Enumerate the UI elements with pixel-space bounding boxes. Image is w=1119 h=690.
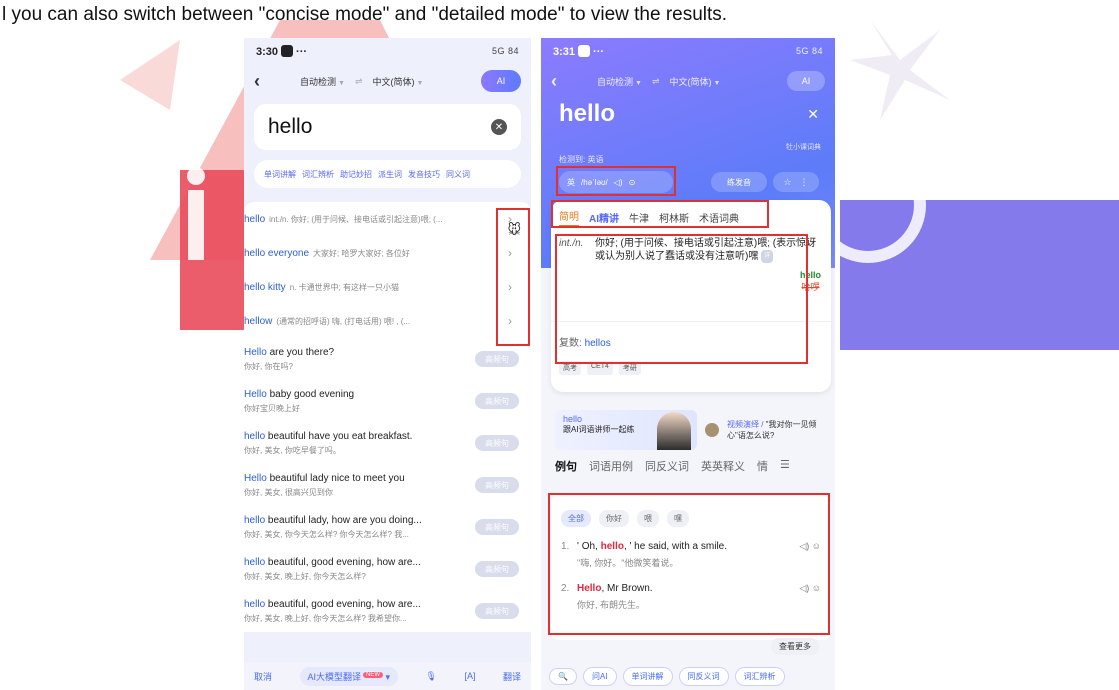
highlight-box-phonetic — [556, 166, 676, 196]
source-language-select[interactable]: 自动检测 ▼ — [597, 75, 642, 88]
sentence-item[interactable]: hello beautiful lady, how are you doing.… — [244, 506, 531, 548]
sentence-item[interactable]: hello beautiful, good evening, how are..… — [244, 548, 531, 590]
translate-button[interactable]: 翻译 — [503, 670, 521, 683]
status-icons: 5G 84 — [491, 46, 519, 56]
suggestion-item[interactable]: hello kitty n. 卡通世界中; 有这样一只小猫 › — [244, 270, 531, 304]
ai-translate-button[interactable]: AI大模型翻译 NEW ▾ — [299, 666, 399, 686]
ai-feature-chips: 单词讲解 词汇辨析 助记妙招 派生词 发音技巧 同义词 — [254, 160, 521, 188]
more-icon[interactable]: ⋮ — [800, 177, 809, 188]
tab-more[interactable]: 情 — [757, 458, 768, 474]
highlight-box-chevrons — [496, 208, 530, 346]
favorite-and-more: ☆ ⋮ — [773, 172, 819, 192]
headword: hello — [559, 100, 616, 127]
frequency-badge: 高频句 — [475, 561, 519, 577]
cancel-button[interactable]: 取消 — [254, 670, 272, 683]
search-icon[interactable]: 🔍 — [549, 667, 577, 685]
frequency-badge: 高频句 — [475, 435, 519, 451]
frequency-badge: 高频句 — [475, 477, 519, 493]
sentence-item[interactable]: Hello beautiful lady nice to meet you 你好,… — [244, 464, 531, 506]
swap-language-icon[interactable]: ⇌ — [355, 76, 363, 87]
sentence-item[interactable]: hello beautiful, good evening, how are..… — [244, 590, 531, 632]
swap-language-icon[interactable]: ⇌ — [652, 76, 660, 87]
ask-ai-button[interactable]: 问AI — [582, 666, 617, 686]
chip-word-explain[interactable]: 单词讲解 — [264, 169, 296, 180]
frequency-badge: 高频句 — [475, 519, 519, 535]
see-more-button[interactable]: 查看更多 — [771, 638, 819, 655]
video-card[interactable]: hello 跟AI词语讲师一起练 — [555, 410, 697, 450]
status-icons: 5G 84 — [795, 46, 823, 56]
highlight-box-tabs — [551, 200, 769, 228]
back-icon[interactable]: ‹ — [254, 71, 294, 92]
bottom-toolbar: 🔍 问AI 单词讲解 同反义词 词汇辨析 — [541, 662, 835, 690]
highlight-box-examples — [548, 493, 830, 635]
source-language-select[interactable]: 自动检测 ▼ — [300, 75, 345, 88]
app-icon — [578, 44, 591, 57]
chip-synonyms[interactable]: 同义词 — [446, 169, 470, 180]
tab-usage[interactable]: 词语用例 — [589, 458, 633, 474]
example-tabs: 例句 词语用例 同反义词 英英释义 情 ☰ — [555, 458, 825, 474]
ai-toggle-button[interactable]: AI — [787, 71, 825, 91]
video-quote[interactable]: 视频演绎 / "我对你一见倾心"语怎么说? — [727, 419, 825, 441]
tab-examples[interactable]: 例句 — [555, 458, 577, 474]
search-query-text[interactable]: hello — [268, 115, 491, 139]
language-bar: ‹ 自动检测 ▼ ⇌ 中文(简体) ▼ AI — [541, 64, 835, 98]
sentence-list: Hello are you there? 你好, 你在吗? 高频句 Hello ba… — [244, 338, 531, 632]
camera-translate-icon[interactable]: [A] — [464, 671, 475, 681]
search-input[interactable]: hello ✕ — [254, 104, 521, 150]
suggestion-item[interactable]: hellow (通常的招呼语) 嗨, (打电话用) 喂! , (... › — [244, 304, 531, 338]
synonyms-button[interactable]: 同反义词 — [678, 666, 729, 686]
new-badge: NEW — [363, 671, 384, 678]
target-language-select[interactable]: 中文(简体) ▼ — [373, 75, 424, 88]
app-icon — [281, 44, 294, 57]
star-icon[interactable]: ☆ — [783, 177, 791, 188]
frequency-badge: 高频句 — [475, 393, 519, 409]
sentence-item[interactable]: hello beautiful have you eat breakfast. 你… — [244, 422, 531, 464]
status-bar: 3:31 ··· 5G 84 — [553, 44, 823, 58]
chip-pronunciation[interactable]: 发音技巧 — [408, 169, 440, 180]
clear-icon[interactable]: ✕ — [491, 119, 507, 135]
practice-pronunciation-button[interactable]: 练发音 — [711, 172, 767, 192]
highlight-box-definition — [555, 234, 808, 364]
ai-toggle-button[interactable]: AI — [481, 70, 521, 92]
frequency-badge: 高频句 — [475, 351, 519, 367]
tab-synonyms[interactable]: 同反义词 — [645, 458, 689, 474]
sentence-item[interactable]: Hello baby good evening 你好宝贝晚上好 高频句 — [244, 380, 531, 422]
caption-text: l you can also switch between "concise m… — [2, 4, 728, 25]
language-bar: ‹ 自动检测 ▼ ⇌ 中文(简体) ▼ AI — [244, 64, 531, 98]
sentence-item[interactable]: Hello are you there? 你好, 你在吗? 高频句 — [244, 338, 531, 380]
tab-english-definitions[interactable]: 英英释义 — [701, 458, 745, 474]
video-promo-row: hello 跟AI词语讲师一起练 视频演绎 / "我对你一见倾心"语怎么说? — [555, 410, 825, 450]
target-language-select[interactable]: 中文(简体) ▼ — [670, 75, 721, 88]
suggestion-item[interactable]: hello int./n. 你好; (用于问候、接电话或引起注意)喂; (... › — [244, 202, 531, 236]
avatar — [705, 423, 719, 437]
detected-language: 检测到: 英语 — [559, 155, 604, 164]
vocab-compare-button[interactable]: 词汇辨析 — [734, 666, 785, 686]
frequency-badge: 高频句 — [475, 603, 519, 619]
suggestion-item[interactable]: hello everyone 大家好; 哈罗大家好; 各位好 › — [244, 236, 531, 270]
close-icon[interactable]: ✕ — [807, 106, 819, 123]
chip-vocab-compare[interactable]: 词汇辨析 — [302, 169, 334, 180]
back-icon[interactable]: ‹ — [551, 71, 591, 92]
chip-mnemonic[interactable]: 助记妙招 — [340, 169, 372, 180]
microphone-icon[interactable]: 🎙 — [426, 671, 437, 682]
dictionary-link[interactable]: 牡小课词典 — [786, 142, 821, 152]
word-explain-button[interactable]: 单词讲解 — [622, 666, 673, 686]
chip-derivatives[interactable]: 派生词 — [378, 169, 402, 180]
menu-icon[interactable]: ☰ — [780, 458, 790, 474]
phone-screen-search: 3:30 ··· 5G 84 ‹ 自动检测 ▼ ⇌ 中文(简体) ▼ AI hello… — [244, 38, 531, 690]
suggestion-list: hello int./n. 你好; (用于问候、接电话或引起注意)喂; (... ›… — [244, 202, 531, 338]
bottom-toolbar: 取消 AI大模型翻译 NEW ▾ 🎙 [A] 翻译 — [244, 662, 531, 690]
presenter-avatar — [657, 412, 691, 450]
status-bar: 3:30 ··· 5G 84 — [256, 44, 519, 58]
